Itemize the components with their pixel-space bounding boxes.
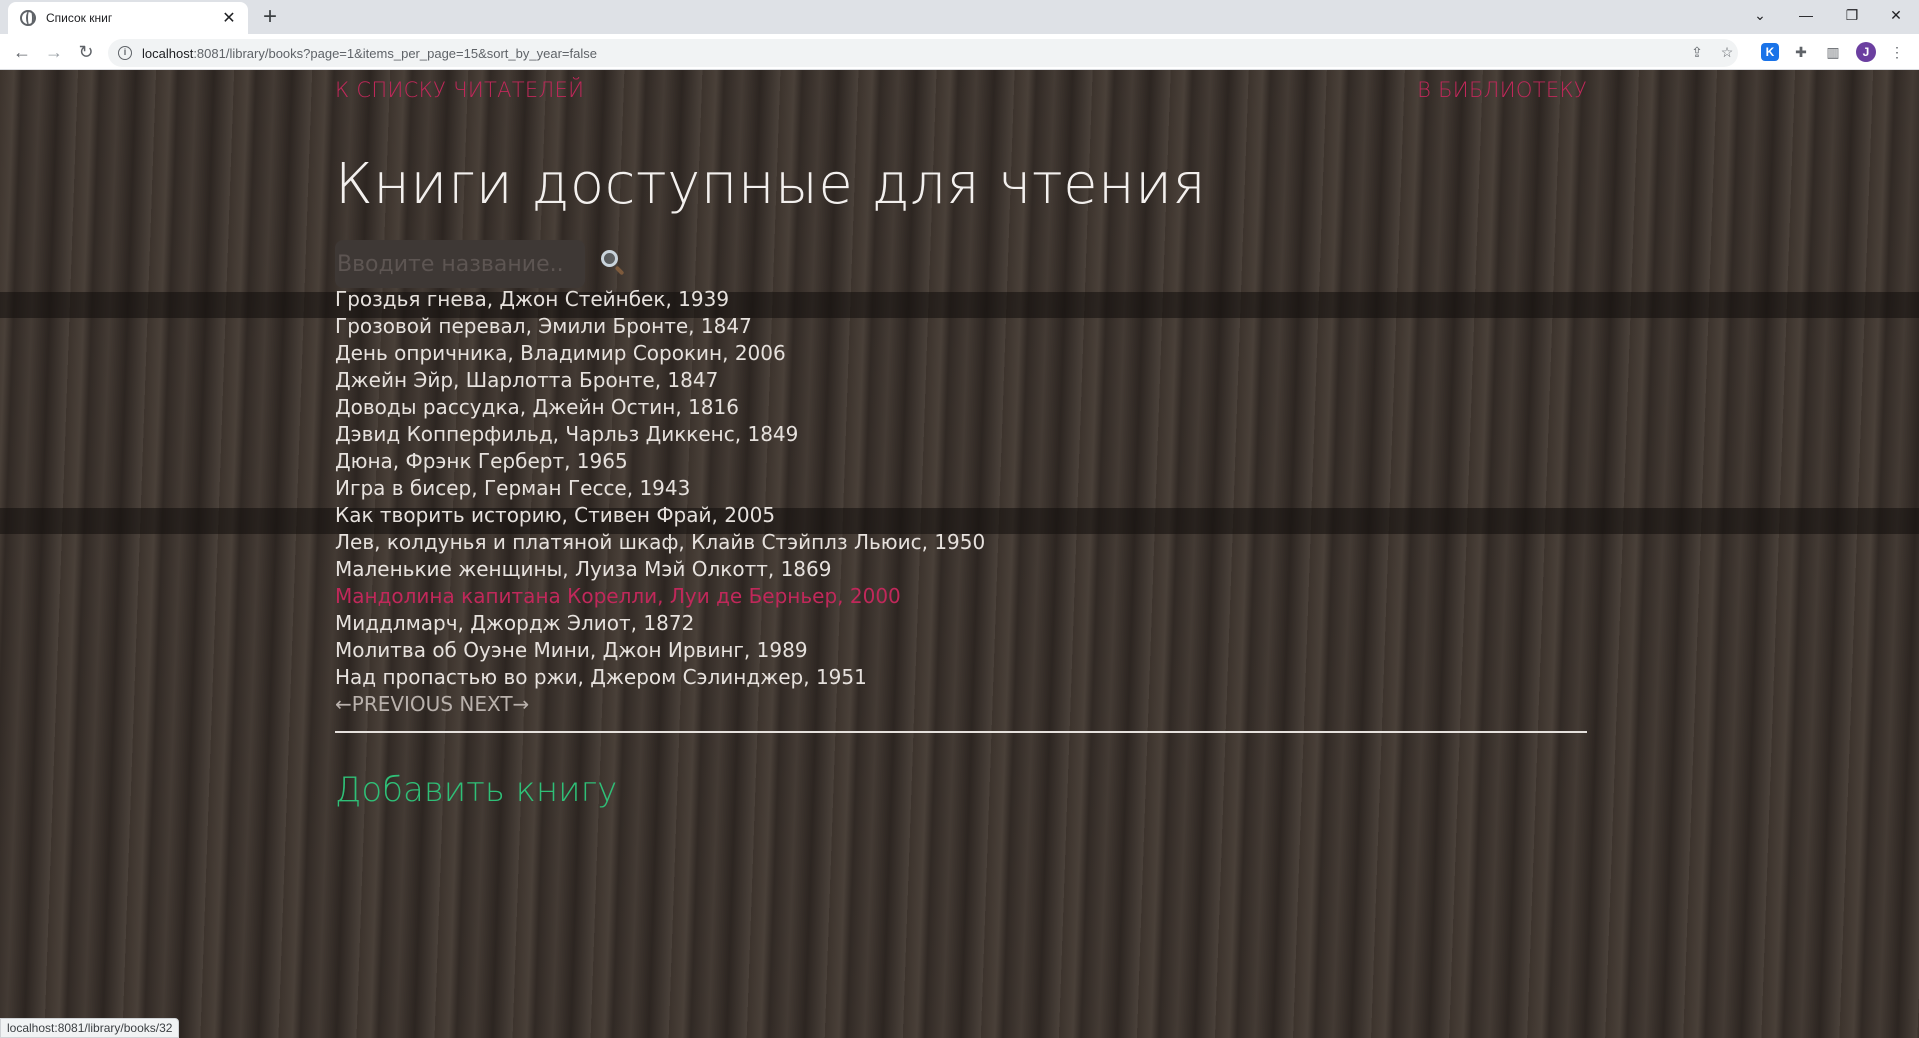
search-lens (601, 250, 618, 267)
browser-tab-bar: Список книг ✕ + ⌄ — ❐ ✕ (0, 0, 1919, 34)
side-panel-icon[interactable]: ▥ (1824, 43, 1842, 61)
pagination: ←PREVIOUS NEXT→ (335, 692, 529, 716)
book-item[interactable]: Над пропастью во ржи, Джером Сэлинджер, … (335, 664, 985, 691)
previous-page-link[interactable]: ←PREVIOUS (335, 692, 453, 716)
new-tab-button[interactable]: + (258, 3, 282, 31)
next-page-link[interactable]: NEXT→ (459, 692, 529, 716)
book-item[interactable]: Доводы рассудка, Джейн Остин, 1816 (335, 394, 985, 421)
tab-close-icon[interactable]: ✕ (220, 8, 238, 28)
url-path: :8081/library/books?page=1&items_per_pag… (193, 45, 597, 61)
reload-button[interactable]: ↻ (74, 40, 98, 64)
tab-title: Список книг (46, 11, 113, 25)
book-list: Гроздья гнева, Джон Стейнбек, 1939 Грозо… (335, 286, 985, 691)
url-text[interactable]: localhost:8081/library/books?page=1&item… (142, 46, 597, 61)
browser-menu-icon[interactable]: ⋮ (1888, 43, 1906, 61)
book-item[interactable]: Грозовой перевал, Эмили Бронте, 1847 (335, 313, 985, 340)
search-handle (614, 265, 625, 276)
search-icon[interactable] (597, 248, 627, 278)
minimize-button[interactable]: — (1783, 0, 1829, 30)
readers-list-link[interactable]: К СПИСКУ ЧИТАТЕЛЕЙ (335, 78, 584, 102)
address-bar[interactable]: i localhost:8081/library/books?page=1&it… (108, 39, 1738, 67)
book-item[interactable]: Дюна, Фрэнк Герберт, 1965 (335, 448, 985, 475)
tab-search-icon[interactable]: ⌄ (1737, 0, 1783, 30)
divider (335, 731, 1587, 733)
page-title: Книги доступные для чтения (335, 152, 1207, 217)
globe-icon (20, 10, 36, 26)
add-book-link[interactable]: Добавить книгу (335, 770, 617, 810)
forward-button[interactable]: → (42, 40, 66, 64)
book-item[interactable]: Маленькие женщины, Луиза Мэй Олкотт, 186… (335, 556, 985, 583)
share-icon[interactable]: ⇪ (1688, 43, 1706, 61)
url-host: localhost (142, 45, 194, 61)
book-item[interactable]: Игра в бисер, Герман Гессе, 1943 (335, 475, 985, 502)
extensions-puzzle-icon[interactable]: ✚ (1792, 43, 1810, 61)
back-button[interactable]: ← (10, 40, 34, 64)
book-item[interactable]: Как творить историю, Стивен Фрай, 2005 (335, 502, 985, 529)
extension-k-icon[interactable]: K (1761, 43, 1779, 61)
browser-tab[interactable]: Список книг ✕ (8, 2, 248, 34)
status-bar-url: localhost:8081/library/books/32 (0, 1018, 180, 1038)
restore-button[interactable]: ❐ (1829, 0, 1875, 30)
book-item[interactable]: День опричника, Владимир Сорокин, 2006 (335, 340, 985, 367)
book-item[interactable]: Молитва об Оуэне Мини, Джон Ирвинг, 1989 (335, 637, 985, 664)
book-item[interactable]: Миддлмарч, Джордж Элиот, 1872 (335, 610, 985, 637)
book-item[interactable]: Лев, колдунья и платяной шкаф, Клайв Стэ… (335, 529, 985, 556)
page-background: К СПИСКУ ЧИТАТЕЛЕЙ В БИБЛИОТЕКУ Книги до… (0, 70, 1919, 1038)
book-item[interactable]: Джейн Эйр, Шарлотта Бронте, 1847 (335, 367, 985, 394)
library-link[interactable]: В БИБЛИОТЕКУ (1417, 78, 1587, 102)
search-input[interactable] (335, 240, 585, 288)
book-item-hovered[interactable]: Мандолина капитана Корелли, Луи де Бернь… (335, 583, 985, 610)
book-item[interactable]: Дэвид Копперфильд, Чарльз Диккенс, 1849 (335, 421, 985, 448)
site-info-icon[interactable]: i (118, 46, 132, 60)
close-window-button[interactable]: ✕ (1873, 0, 1919, 30)
bookmark-star-icon[interactable]: ☆ (1718, 43, 1736, 61)
profile-avatar[interactable]: J (1856, 42, 1876, 62)
browser-toolbar: ← → ↻ i localhost:8081/library/books?pag… (0, 34, 1919, 70)
book-item[interactable]: Гроздья гнева, Джон Стейнбек, 1939 (335, 286, 985, 313)
